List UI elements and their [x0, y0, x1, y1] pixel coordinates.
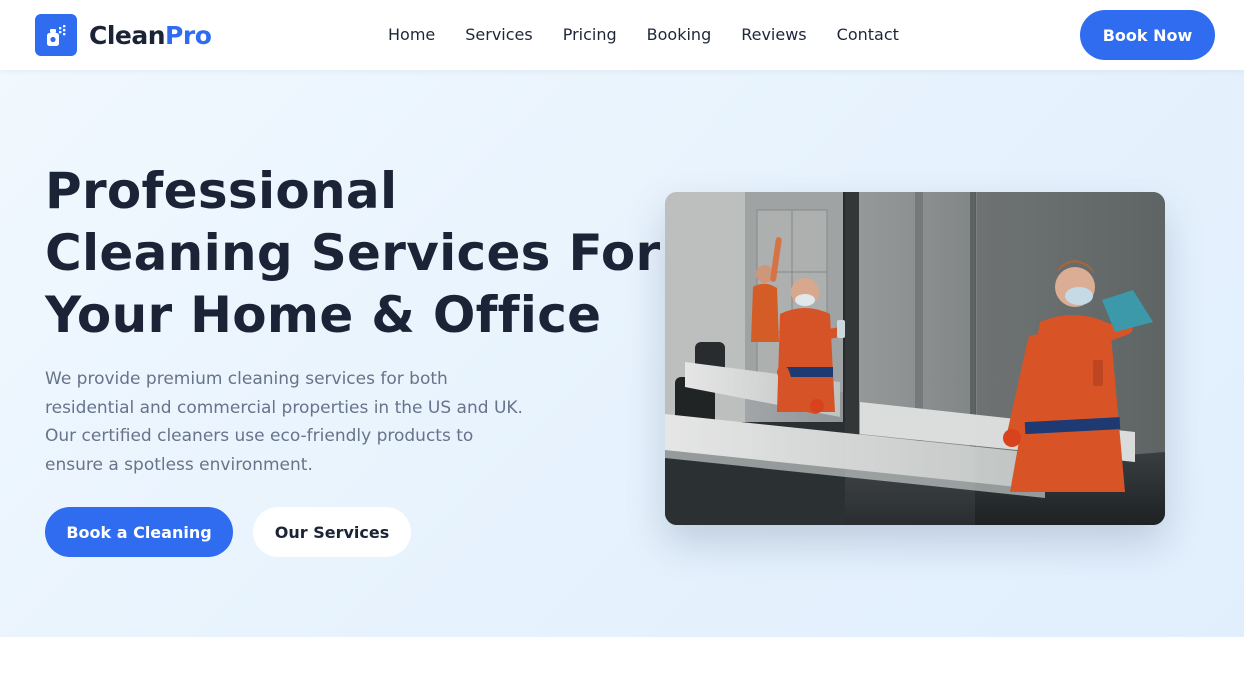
hero-title-line: Professional [45, 162, 398, 220]
hero-description-line: We provide premium cleaning services for… [45, 369, 448, 389]
book-now-button[interactable]: Book Now [1080, 10, 1215, 60]
nav-link-reviews[interactable]: Reviews [741, 22, 806, 48]
brand-name-part1: Clean [89, 20, 166, 50]
hero-description: We provide premium cleaning services for… [45, 365, 545, 479]
our-services-button[interactable]: Our Services [253, 507, 411, 557]
spray-bottle-icon [35, 14, 77, 56]
nav-link-contact[interactable]: Contact [837, 22, 899, 48]
nav-link-pricing[interactable]: Pricing [563, 22, 617, 48]
nav-link-booking[interactable]: Booking [647, 22, 712, 48]
hero-description-line: ensure a spotless environment. [45, 454, 313, 475]
hero-title-line: Your Home & Office [45, 286, 602, 344]
hero-description-line: Our certified cleaners use eco-friendly … [45, 426, 474, 446]
hero-title: Professional Cleaning Services For Your … [45, 160, 661, 346]
logo[interactable]: CleanPro [35, 14, 212, 56]
brand-name-part2: Pro [165, 20, 212, 50]
hero-description-line: residential and commercial properties in… [45, 397, 523, 418]
hero-photo-cleaners-office [665, 192, 1165, 525]
book-cleaning-button[interactable]: Book a Cleaning [45, 507, 233, 557]
main-nav: Home Services Pricing Booking Reviews Co… [388, 22, 929, 48]
nav-link-services[interactable]: Services [465, 22, 532, 48]
brand-name: CleanPro [89, 20, 212, 50]
nav-link-home[interactable]: Home [388, 22, 435, 48]
hero-title-line: Cleaning Services For [45, 224, 661, 282]
site-header: CleanPro Home Services Pricing Booking R… [0, 0, 1244, 70]
hero-section: Professional Cleaning Services For Your … [0, 70, 1244, 637]
